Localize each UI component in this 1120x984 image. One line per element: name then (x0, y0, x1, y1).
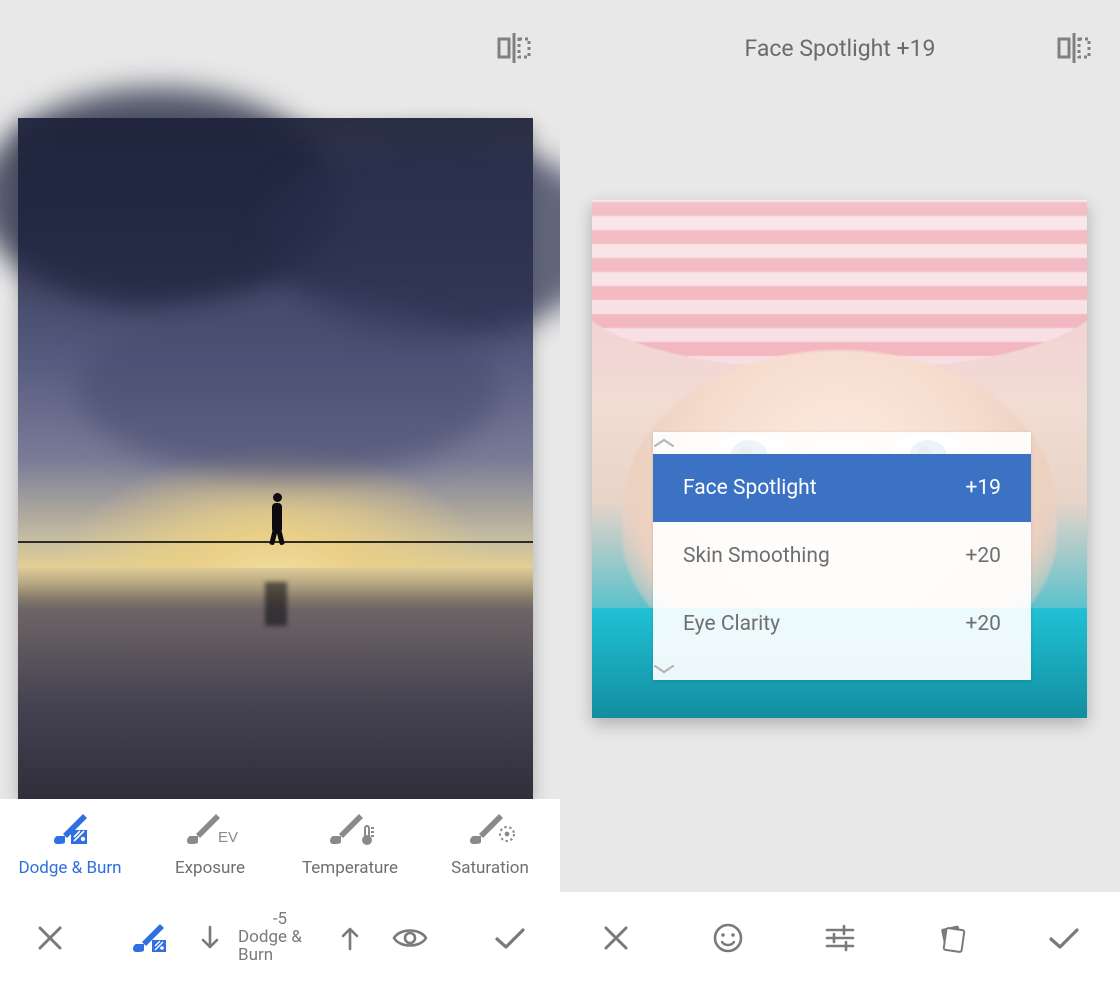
slider-label: Eye Clarity (683, 612, 780, 636)
slider-value: +20 (965, 612, 1001, 636)
ev-badge: EV (218, 829, 238, 846)
slider-label: Skin Smoothing (683, 544, 830, 568)
tool-temperature[interactable]: Temperature (280, 799, 420, 892)
top-bar: Face Spotlight +19 (560, 0, 1120, 96)
check-icon (1048, 926, 1080, 950)
styles-button[interactable] (896, 892, 1008, 984)
face-button[interactable] (672, 892, 784, 984)
sliders-icon (824, 924, 856, 952)
editor-right-pane: Face Spotlight +19 Face Spotlight +19 (560, 0, 1120, 984)
tool-saturation[interactable]: Saturation (420, 799, 560, 892)
brush-tool-strip: Dodge & Burn EV Exposure Temperature Sat… (0, 799, 560, 892)
adjustment-overlay[interactable]: Face Spotlight +19 Skin Smoothing +20 Ey… (653, 432, 1031, 680)
slider-row-eye-clarity[interactable]: Eye Clarity +20 (653, 590, 1031, 658)
chevron-up-icon[interactable] (653, 432, 1031, 454)
eye-icon (392, 926, 428, 950)
arrow-down-icon (200, 924, 220, 952)
brush-icon (130, 922, 170, 954)
compare-icon[interactable] (496, 33, 532, 63)
page-title: Face Spotlight +19 (560, 35, 1120, 62)
brush-temperature-icon (325, 812, 375, 846)
preview-button[interactable] (360, 892, 460, 984)
close-icon (36, 924, 64, 952)
brush-mode-button[interactable] (100, 892, 200, 984)
slider-row-face-spotlight[interactable]: Face Spotlight +19 (653, 454, 1031, 522)
brush-exposure-icon: EV (182, 812, 238, 846)
close-icon (602, 924, 630, 952)
slider-label: Face Spotlight (683, 476, 817, 500)
tool-label: Dodge & Burn (18, 858, 121, 878)
brush-dodge-icon (47, 812, 93, 846)
tool-label: Temperature (302, 858, 398, 878)
top-bar (0, 0, 560, 96)
apply-button[interactable] (1008, 892, 1120, 984)
editor-left-pane: Dodge & Burn EV Exposure Temperature Sat… (0, 0, 560, 984)
check-icon (494, 926, 526, 950)
slider-row-skin-smoothing[interactable]: Skin Smoothing +20 (653, 522, 1031, 590)
apply-button[interactable] (460, 892, 560, 984)
arrow-up-icon (340, 924, 360, 952)
value-tool: Dodge & Burn (238, 929, 322, 965)
decrease-button[interactable] (200, 924, 220, 952)
action-bar (560, 892, 1120, 984)
brush-saturation-icon (465, 812, 515, 846)
slider-value: +20 (965, 544, 1001, 568)
adjust-button[interactable] (784, 892, 896, 984)
canvas-area: Face Spotlight +19 Face Spotlight +19 (560, 0, 1120, 892)
face-icon (712, 922, 744, 954)
chevron-down-icon[interactable] (653, 658, 1031, 680)
card-icon (937, 923, 967, 953)
value-stepper: -5 Dodge & Burn (200, 911, 360, 965)
action-bar: -5 Dodge & Burn (0, 892, 560, 984)
tool-dodge-burn[interactable]: Dodge & Burn (0, 799, 140, 892)
edited-photo[interactable] (18, 118, 533, 800)
close-button[interactable] (0, 892, 100, 984)
tool-label: Saturation (451, 858, 529, 878)
canvas-area (0, 0, 560, 799)
close-button[interactable] (560, 892, 672, 984)
tool-label: Exposure (175, 858, 245, 878)
slider-value: +19 (965, 476, 1001, 500)
tool-exposure[interactable]: EV Exposure (140, 799, 280, 892)
current-value: -5 Dodge & Burn (238, 911, 322, 965)
increase-button[interactable] (340, 924, 360, 952)
